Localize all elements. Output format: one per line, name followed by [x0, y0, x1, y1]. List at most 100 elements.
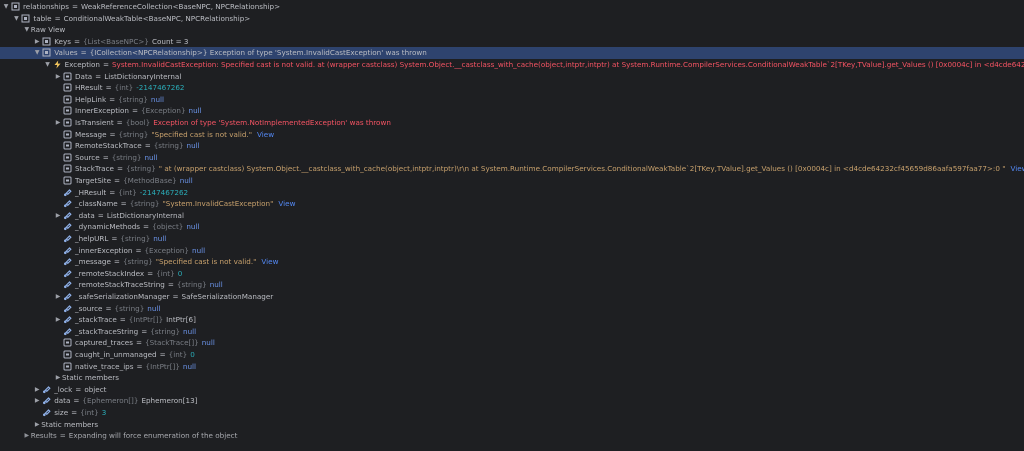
- equals-sign: =: [131, 106, 139, 116]
- view-link[interactable]: View: [1011, 164, 1024, 173]
- tree-row-table[interactable]: ▼ table = ConditionalWeakTable<BaseNPC, NPC…: [0, 12, 1024, 24]
- expand-arrow-icon[interactable]: ▶: [23, 430, 31, 441]
- variable-name: Raw View: [30, 25, 66, 35]
- variable-type: {string}: [176, 280, 207, 290]
- tree-row-innerexception[interactable]: ▶InnerException={Exception}null: [0, 105, 1024, 117]
- expand-arrow-icon[interactable]: ▶: [33, 395, 41, 406]
- view-link[interactable]: View: [261, 257, 278, 266]
- equals-sign: =: [114, 176, 121, 186]
- tree-row-stacktrace[interactable]: ▶ _stackTrace = {IntPtr[]} IntPtr[6]: [0, 314, 1024, 326]
- expand-arrow-icon[interactable]: ▶: [33, 384, 41, 395]
- variable-value: 0: [190, 350, 195, 360]
- private-field-icon: [42, 396, 51, 405]
- tree-row-innerexception[interactable]: ▶_innerException={Exception}null: [0, 244, 1024, 256]
- collapse-arrow-icon[interactable]: ▼: [44, 59, 52, 70]
- tree-row-safeserializationmanager[interactable]: ▶ _safeSerializationManager = SafeSerializa…: [0, 291, 1024, 303]
- tree-row-keys[interactable]: ▶ Keys = {List<BaseNPC>} Count = 3: [0, 36, 1024, 48]
- collapse-arrow-icon[interactable]: ▼: [23, 24, 31, 35]
- variable-type: {int}: [118, 187, 137, 197]
- equals-sign: =: [105, 83, 112, 93]
- field-icon: [63, 118, 72, 127]
- tree-row-results[interactable]: ▶ Results = Expanding will force enumeratio…: [0, 430, 1024, 442]
- variable-type: {Exception}: [144, 245, 190, 255]
- expand-arrow-icon[interactable]: ▶: [33, 36, 41, 47]
- variable-type: {int}: [156, 268, 175, 278]
- tree-row-source[interactable]: ▶_source={string}null: [0, 302, 1024, 314]
- field-icon: [63, 338, 72, 347]
- tree-row-hresult[interactable]: ▶HResult={int}-2147467262: [0, 82, 1024, 94]
- view-link[interactable]: View: [278, 199, 295, 208]
- variable-name: relationships: [23, 2, 69, 12]
- tree-row-source[interactable]: ▶Source={string}null: [0, 152, 1024, 164]
- variable-type: {string}: [122, 257, 153, 267]
- variable-type: {Ephemeron[]}: [82, 396, 139, 406]
- variable-value: null: [192, 245, 206, 255]
- variable-type: {object}: [152, 222, 184, 232]
- tree-row-helpurl[interactable]: ▶_helpURL={string}null: [0, 233, 1024, 245]
- tree-row-size[interactable]: ▶size={int}3: [0, 407, 1024, 419]
- variable-value: {ICollection<NPCRelationship>} Exception…: [89, 48, 427, 58]
- equals-sign: =: [116, 164, 123, 174]
- expand-arrow-icon[interactable]: ▶: [54, 291, 62, 302]
- tree-row-helplink[interactable]: ▶HelpLink={string}null: [0, 94, 1024, 106]
- equals-sign: =: [105, 303, 112, 313]
- tree-row-data[interactable]: ▶ Data = ListDictionaryInternal: [0, 70, 1024, 82]
- variable-type: {string}: [153, 141, 184, 151]
- collapse-arrow-icon[interactable]: ▼: [2, 1, 10, 12]
- variable-value: null: [182, 361, 196, 371]
- private-field-icon: [42, 408, 51, 417]
- tree-row-lock[interactable]: ▶ _lock = object: [0, 384, 1024, 396]
- collapse-arrow-icon[interactable]: ▼: [33, 47, 41, 58]
- variable-type: {string}: [150, 326, 181, 336]
- equals-sign: =: [141, 326, 148, 336]
- equals-sign: =: [109, 94, 116, 104]
- tree-row-values[interactable]: ▼ Values = {ICollection<NPCRelationship>} E…: [0, 47, 1024, 59]
- expand-arrow-icon[interactable]: ▶: [54, 117, 62, 128]
- variable-type: {IntPtr[]}: [145, 361, 180, 371]
- tree-row-remotestackindex[interactable]: ▶_remoteStackIndex={int}0: [0, 268, 1024, 280]
- tree-row-message[interactable]: ▶Message={string}"Specified cast is not …: [0, 128, 1024, 140]
- equals-sign: =: [172, 292, 179, 302]
- tree-row-stacktracestring[interactable]: ▶_stackTraceString={string}null: [0, 326, 1024, 338]
- tree-row-hresult[interactable]: ▶_HResult={int}-2147467262: [0, 186, 1024, 198]
- expand-arrow-icon[interactable]: ▶: [33, 419, 41, 430]
- expand-arrow-icon[interactable]: ▶: [54, 314, 62, 325]
- collapse-arrow-icon[interactable]: ▼: [12, 13, 20, 24]
- variable-name: _helpURL: [75, 234, 109, 244]
- tree-row-static-members[interactable]: ▶ Static members: [0, 372, 1024, 384]
- tree-row-caught-in-unmanaged[interactable]: ▶caught_in_unmanaged={int}0: [0, 349, 1024, 361]
- variable-type: {string}: [129, 199, 160, 209]
- expand-arrow-icon[interactable]: ▶: [54, 372, 62, 383]
- variable-name: Values: [54, 48, 78, 58]
- tree-row-message[interactable]: ▶_message={string}"Specified cast is not…: [0, 256, 1024, 268]
- tree-row-exception[interactable]: ▼ Exception = System.InvalidCastException: …: [0, 59, 1024, 71]
- tree-row-native-trace-ips[interactable]: ▶native_trace_ips={IntPtr[]}null: [0, 360, 1024, 372]
- variable-type: {MethodBase}: [123, 176, 177, 186]
- tree-row-stacktrace[interactable]: ▶StackTrace={string}" at (wrapper castcl…: [0, 163, 1024, 175]
- variable-name: Keys: [54, 36, 71, 46]
- tree-row-captured-traces[interactable]: ▶captured_traces={StackTrace[]}null: [0, 337, 1024, 349]
- tree-row-relationships[interactable]: ▼ relationships = WeakReferenceCollection<B…: [0, 1, 1024, 13]
- field-icon: [63, 141, 72, 150]
- tree-row-raw-view[interactable]: ▼ Raw View: [0, 24, 1024, 36]
- variable-name: _source: [75, 303, 103, 313]
- tree-row-istransient[interactable]: ▶ IsTransient = {bool} Exception of type 'Sy…: [0, 117, 1024, 129]
- expand-arrow-icon[interactable]: ▶: [54, 71, 62, 82]
- variable-value: null: [186, 141, 200, 151]
- tree-row-dynamicmethods[interactable]: ▶_dynamicMethods={object}null: [0, 221, 1024, 233]
- tree-row-remotestacktrace[interactable]: ▶RemoteStackTrace={string}null: [0, 140, 1024, 152]
- tree-row-targetsite[interactable]: ▶TargetSite={MethodBase}null: [0, 175, 1024, 187]
- tree-row-remotestacktracestring[interactable]: ▶_remoteStackTraceString={string}null: [0, 279, 1024, 291]
- variable-value: Expanding will force enumeration of the …: [68, 431, 238, 441]
- variable-value: object: [84, 384, 107, 394]
- tree-row-data[interactable]: ▶ data = {Ephemeron[]} Ephemeron[13]: [0, 395, 1024, 407]
- expand-arrow-icon[interactable]: ▶: [54, 210, 62, 221]
- variable-value: " at (wrapper castclass) System.Object._…: [158, 164, 1006, 174]
- tree-row-classname[interactable]: ▶_className={string}"System.InvalidCastE…: [0, 198, 1024, 210]
- equals-sign: =: [120, 199, 127, 209]
- tree-row-static-members[interactable]: ▶ Static members: [0, 418, 1024, 430]
- variable-name: StackTrace: [75, 164, 114, 174]
- variable-value: -2147467262: [139, 187, 189, 197]
- tree-row-data[interactable]: ▶ _data = ListDictionaryInternal: [0, 210, 1024, 222]
- view-link[interactable]: View: [257, 130, 274, 139]
